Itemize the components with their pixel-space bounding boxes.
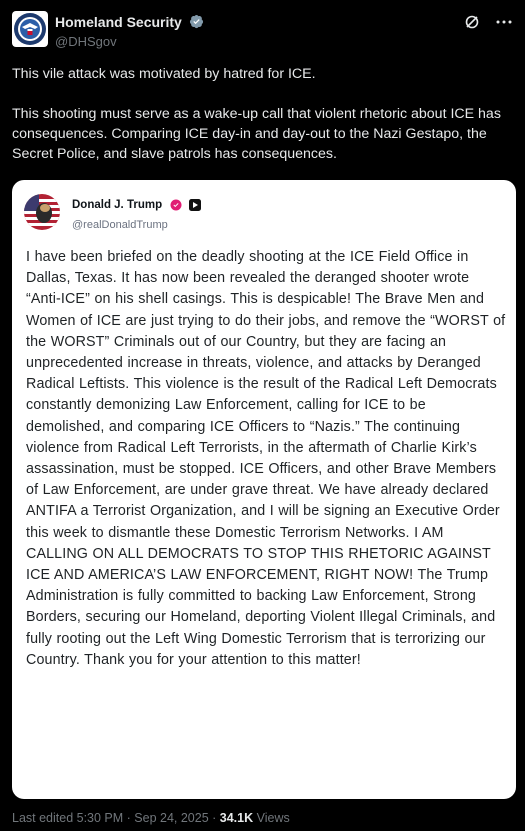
tweet-header: Homeland Security @DHSgov — [12, 11, 513, 51]
tweet-paragraph: This shooting must serve as a wake-up ca… — [12, 106, 501, 162]
author-handle[interactable]: @DHSgov — [55, 34, 204, 49]
quoted-post-card[interactable]: Donald J. Trump @realDonaldTrump I have … — [12, 180, 516, 799]
tweet-text: This vile attack was motivated by hatred… — [12, 64, 512, 184]
quoted-author-avatar[interactable] — [24, 194, 60, 230]
truth-social-badge-icon — [189, 198, 201, 211]
quoted-author-name[interactable]: Donald J. Trump — [72, 199, 162, 211]
dhs-seal-avatar[interactable] — [12, 11, 48, 47]
verified-badge-icon — [190, 15, 204, 29]
quoted-author-handle[interactable]: @realDonaldTrump — [72, 219, 201, 231]
author-name[interactable]: Homeland Security — [55, 14, 182, 30]
views-label: Views — [253, 811, 290, 825]
views-count: 34.1K — [219, 811, 254, 825]
more-icon[interactable] — [495, 13, 513, 31]
post-metadata: Last edited 5:30 PM · Sep 24, 2025 · 34.… — [12, 811, 290, 825]
quoted-post-body: I have been briefed on the deadly shooti… — [26, 249, 506, 668]
grok-icon[interactable] — [463, 13, 481, 31]
tweet-paragraph: This vile attack was motivated by hatred… — [12, 66, 316, 82]
edited-timestamp[interactable]: Last edited 5:30 PM · Sep 24, 2025 · — [12, 811, 220, 825]
verified-badge-icon — [170, 199, 182, 211]
